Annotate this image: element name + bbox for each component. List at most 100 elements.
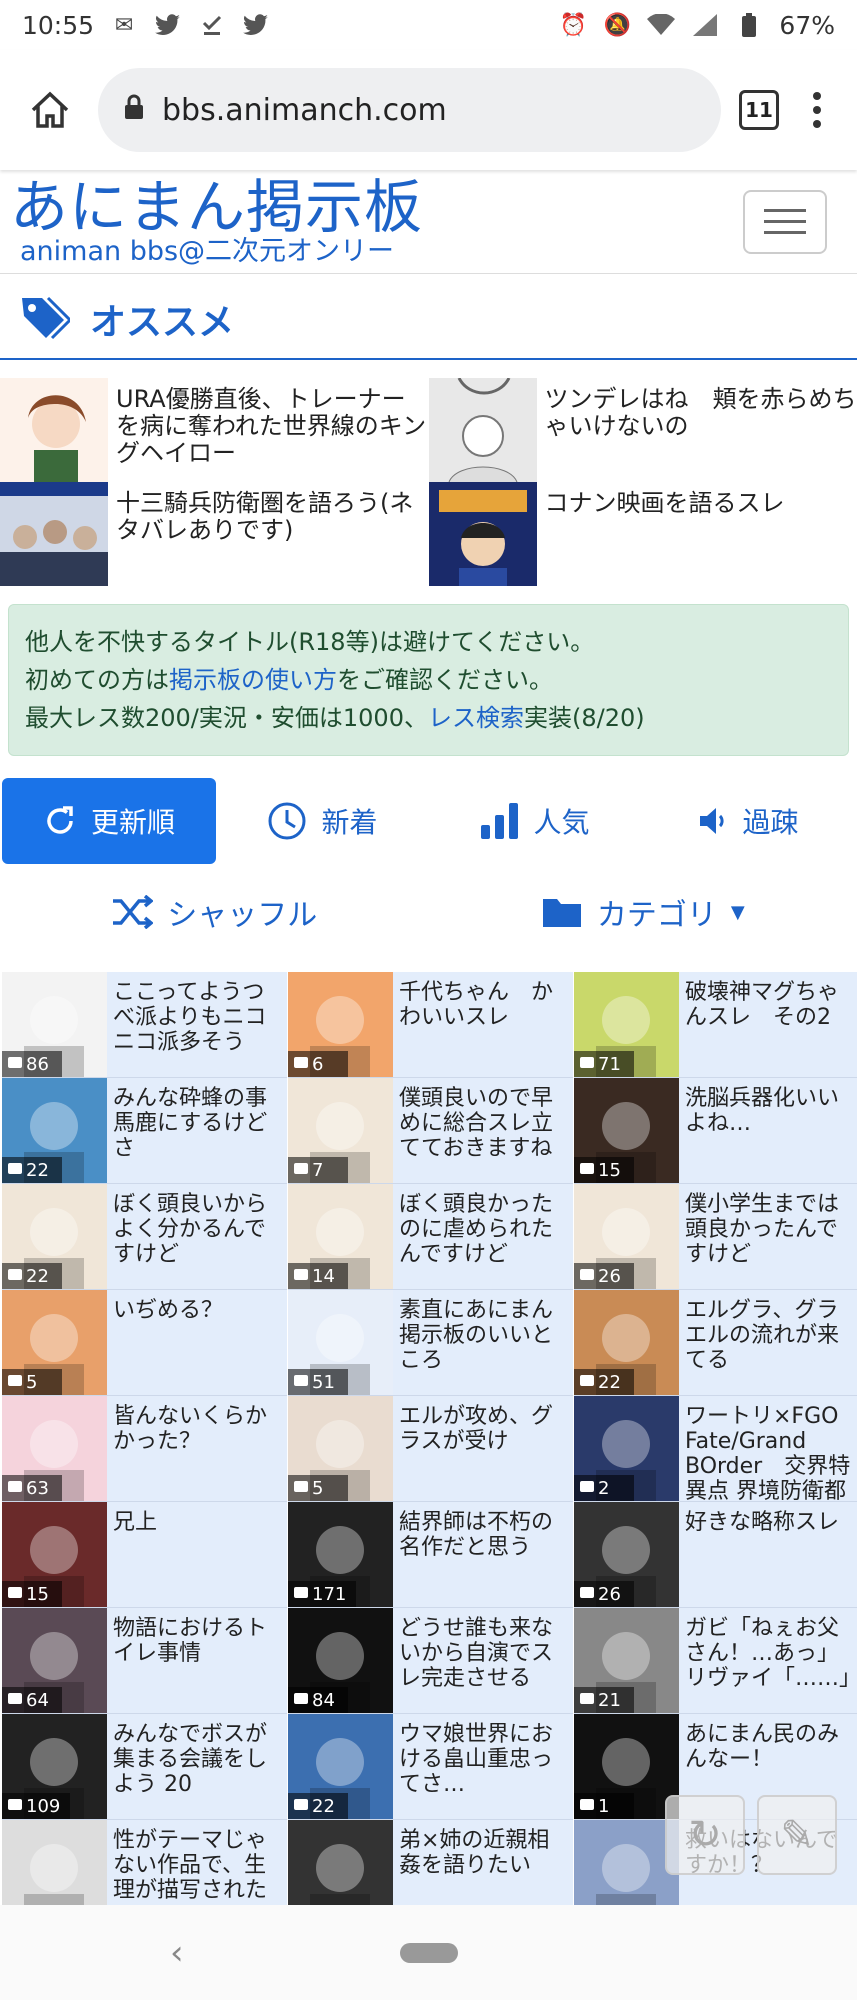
thread-title: 僕小学生までは頭良かったんですけど	[685, 1192, 840, 1267]
browser-menu-button[interactable]	[797, 92, 837, 128]
thread-thumbnail: 26	[574, 1502, 679, 1607]
thread-item[interactable]: 22 みんな砕蜂の事馬鹿にするけどさ	[2, 1078, 287, 1184]
url-text: bbs.animanch.com	[162, 92, 447, 128]
shuffle-button[interactable]: シャッフル	[0, 890, 429, 934]
thread-thumbnail: 1	[574, 1714, 679, 1819]
thread-title: 素直にあにまん掲示板のいいところ	[399, 1298, 554, 1373]
thread-item[interactable]: 71 破壊神マグちゃんスレ その2	[574, 972, 857, 1078]
reply-count-badge: 64	[2, 1687, 62, 1713]
logo-sub: animan bbs@二次元オンリー	[20, 235, 395, 267]
thread-item[interactable]: 86 ここってようつべ派よりもニコニコ派多そう	[2, 972, 287, 1078]
hamburger-menu-button[interactable]	[743, 189, 827, 254]
thread-thumbnail: 21	[574, 1608, 679, 1713]
thread-title: ガビ「ねぇお父さん！…あっ」リヴァイ「……」	[685, 1616, 857, 1691]
sort-popular-button[interactable]: 人気	[429, 778, 642, 864]
thread-thumbnail: 15	[2, 1502, 107, 1607]
thread-thumbnail: 86	[2, 972, 107, 1077]
thread-thumbnail: 51	[288, 1290, 393, 1395]
sort-new-button[interactable]: 新着	[216, 778, 429, 864]
thread-item[interactable]: 63 皆んないくらかかった？	[2, 1396, 287, 1502]
lock-icon	[124, 93, 144, 128]
thread-thumbnail: 109	[2, 1714, 107, 1819]
reload-fab[interactable]: ↻	[665, 1795, 745, 1875]
thread-title: エルグラ、グラエルの流れが来てる	[685, 1298, 840, 1373]
thread-item[interactable]: 22 エルグラ、グラエルの流れが来てる	[574, 1290, 857, 1396]
folder-icon	[542, 899, 581, 927]
thread-thumbnail: 5	[2, 1290, 107, 1395]
logo-main: あにまん掲示板	[10, 172, 424, 241]
thread-item[interactable]: 5 エルが攻め、グラスが受け	[288, 1396, 573, 1502]
thread-item[interactable]: 109 みんなでボスが集まる会議をしよう 20	[2, 1714, 287, 1820]
recommend-item[interactable]: 十三騎兵防衛圏を語ろう(ネタバレありです)	[0, 482, 429, 586]
thread-item[interactable]: 171 結界師は不朽の名作だと思う	[288, 1502, 573, 1608]
url-bar[interactable]: bbs.animanch.com	[98, 68, 721, 152]
recommend-text: コナン映画を語るスレ	[544, 489, 785, 517]
battery-icon	[735, 11, 763, 39]
thread-item[interactable]: 2 ワートリ×FGO Fate/Grand BOrder 交界特異点 界境防衛都市…	[574, 1396, 857, 1502]
speaker-icon	[700, 808, 725, 834]
alarm-icon: ⏰	[559, 12, 588, 38]
thread-item[interactable]: 15 兄上	[2, 1502, 287, 1608]
reply-count-badge: 84	[288, 1687, 348, 1713]
category-dropdown[interactable]: カテゴリ ▼	[429, 890, 857, 934]
thread-title: ワートリ×FGO Fate/Grand BOrder 交界特異点 界境防衛都市ミ	[685, 1404, 851, 1502]
tag-icon	[22, 296, 70, 340]
thread-item[interactable]: 51 素直にあにまん掲示板のいいところ	[288, 1290, 573, 1396]
thread-item[interactable]: 26 僕小学生までは頭良かったんですけど	[574, 1184, 857, 1290]
shuffle-icon	[113, 895, 154, 929]
sort-popular-label: 人気	[533, 806, 590, 839]
thread-item[interactable]: 22 ウマ娘世界における畠山重忠ってさ…	[288, 1714, 573, 1820]
thread-item[interactable]: 6 千代ちゃん かわいいスレ	[288, 972, 573, 1078]
home-button[interactable]	[20, 80, 80, 140]
thread-item[interactable]: 26 好きな略称スレ	[574, 1502, 857, 1608]
recommend-text: URA優勝直後、トレーナーを病に奪われた世界線のキングヘイロー	[116, 385, 427, 467]
refresh-icon	[47, 806, 73, 834]
reply-count-badge: 2	[574, 1475, 634, 1501]
thread-item[interactable]: 7 僕頭良いので早めに総合スレ立てておきますね	[288, 1078, 573, 1184]
reply-count-badge: 109	[2, 1793, 71, 1819]
recommend-item[interactable]: コナン映画を語るスレ	[428, 482, 857, 586]
recommend-item[interactable]: URA優勝直後、トレーナーを病に奪われた世界線のキングヘイロー	[0, 378, 429, 482]
reply-count-badge: 63	[2, 1475, 62, 1501]
thread-title: 結界師は不朽の名作だと思う	[399, 1510, 554, 1560]
thread-item[interactable]: 84 どうせ誰も来ないから自演でスレ完走させる	[288, 1608, 573, 1714]
thread-thumbnail: 171	[288, 1502, 393, 1607]
thread-item[interactable]: 5 いぢめる？	[2, 1290, 287, 1396]
back-icon[interactable]: ‹	[170, 1933, 184, 1973]
recommend-text: 十三騎兵防衛圏を語ろう(ネタバレありです)	[116, 489, 414, 544]
thread-item[interactable]: 21 ガビ「ねぇお父さん！…あっ」リヴァイ「……」	[574, 1608, 857, 1714]
thread-item[interactable]: 15 洗脳兵器化いいよね…	[574, 1078, 857, 1184]
recommend-item[interactable]: ツンデレはね 頬を赤らめちゃいけないの	[428, 377, 857, 483]
thread-thumbnail: 84	[288, 1608, 393, 1713]
usage-guide-link[interactable]: 掲示板の使い方	[169, 666, 337, 694]
reply-count-badge: 1	[574, 1793, 634, 1819]
thread-list: 86 ここってようつべ派よりもニコニコ派多そう 6 千代ちゃん かわいいスレ 71 破壊神…	[0, 972, 857, 1926]
sort-sparse-button[interactable]: 過疎	[642, 778, 855, 864]
new-thread-fab[interactable]: ✎	[757, 1795, 837, 1875]
thread-thumbnail: 5	[288, 1396, 393, 1501]
reply-count-badge: 5	[288, 1475, 348, 1501]
thread-thumbnail: 22	[574, 1290, 679, 1395]
thread-title: 千代ちゃん かわいいスレ	[399, 980, 554, 1030]
thread-thumbnail: 63	[2, 1396, 107, 1501]
thread-title: みんな砕蜂の事馬鹿にするけどさ	[113, 1086, 268, 1161]
sort-update-button[interactable]: 更新順	[2, 778, 216, 864]
reply-count-badge: 71	[574, 1051, 634, 1077]
reply-search-link[interactable]: レス検索	[428, 704, 524, 732]
reply-count-badge: 26	[574, 1263, 634, 1289]
thread-item[interactable]: 64 物語におけるトイレ事情	[2, 1608, 287, 1714]
site-logo[interactable]: あにまん掲示板 animan bbs@二次元オンリー	[8, 172, 438, 272]
thread-title: 皆んないくらかかった？	[113, 1404, 268, 1454]
notice-line: 最大レス数200/実況・安価は1000、レス検索実装(8/20)	[25, 699, 832, 737]
home-pill[interactable]	[399, 1942, 458, 1963]
thread-item[interactable]: 14 ぼく頭良かったのに虐められたんですけど	[288, 1184, 573, 1290]
thread-item[interactable]: 22 ぼく頭良いからよく分かるんですけど	[2, 1184, 287, 1290]
system-nav-bar: ‹	[0, 1905, 857, 2000]
shuffle-label: シャッフル	[167, 898, 318, 933]
notice-text: 最大レス数200/実況・安価は1000、	[25, 704, 428, 732]
thread-title: ぼく頭良かったのに虐められたんですけど	[399, 1192, 554, 1267]
mute-icon: 🔕	[603, 12, 632, 38]
thread-title: いぢめる？	[113, 1298, 224, 1323]
tab-switcher-button[interactable]: 11	[739, 90, 779, 130]
twitter-icon	[154, 11, 182, 39]
